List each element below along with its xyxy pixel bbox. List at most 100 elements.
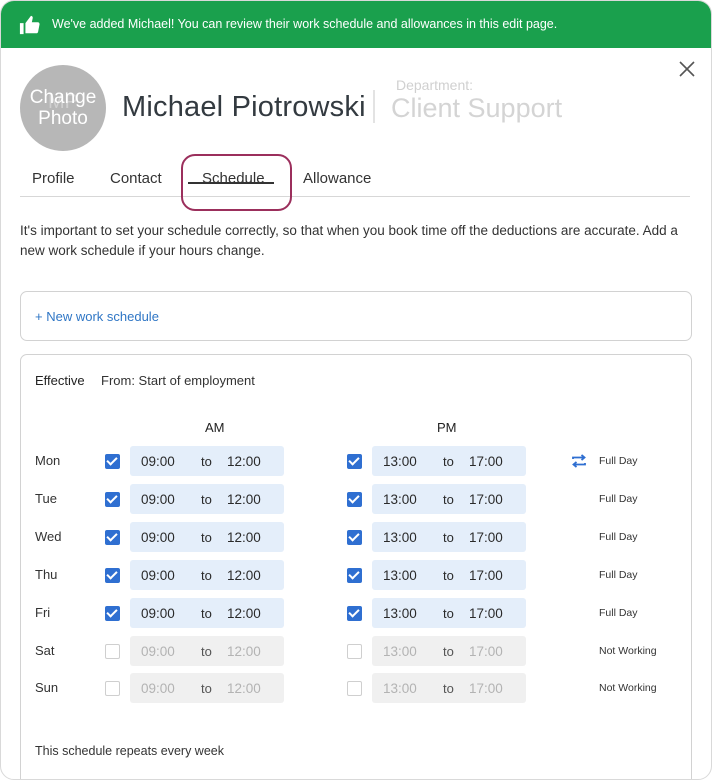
am-time-range[interactable]: 09:00 to 12:00 (130, 597, 284, 628)
am-time-range[interactable]: 09:00 to 12:00 (130, 483, 284, 514)
pm-checkbox[interactable] (347, 605, 362, 621)
am-end-time[interactable]: 12:00 (227, 492, 261, 507)
schedule-row-sun: Sun 09:00 to 12:00 13:00 to 17:00 Not Working (21, 673, 691, 704)
am-end-time[interactable]: 12:00 (227, 568, 261, 583)
tab-bar: Profile Contact Schedule Allowance (20, 161, 690, 197)
pm-time-range[interactable]: 13:00 to 17:00 (372, 559, 526, 590)
am-time-range[interactable]: 09:00 to 12:00 (130, 559, 284, 590)
day-label: Sat (35, 642, 55, 658)
day-status: Full Day (599, 568, 638, 581)
pm-end-time[interactable]: 17:00 (469, 644, 503, 659)
pm-start-time[interactable]: 13:00 (383, 568, 417, 583)
am-end-time[interactable]: 12:00 (227, 681, 261, 696)
tab-contact[interactable]: Contact (110, 170, 162, 187)
schedule-row-tue: Tue 09:00 to 12:00 13:00 to 17:00 Full Day (21, 483, 691, 514)
am-header: AM (205, 420, 225, 435)
am-end-time[interactable]: 12:00 (227, 454, 261, 469)
pm-start-time[interactable]: 13:00 (383, 681, 417, 696)
pm-end-time[interactable]: 17:00 (469, 606, 503, 621)
am-checkbox[interactable] (105, 681, 120, 697)
am-start-time[interactable]: 09:00 (141, 606, 175, 621)
am-to-label: to (201, 454, 212, 469)
pm-time-range[interactable]: 13:00 to 17:00 (372, 635, 526, 666)
change-photo-label: Change Photo (20, 87, 106, 129)
pm-start-time[interactable]: 13:00 (383, 454, 417, 469)
pm-checkbox[interactable] (347, 454, 362, 469)
department-label: Department: (396, 77, 474, 93)
am-end-time[interactable]: 12:00 (227, 530, 261, 545)
new-work-schedule-link[interactable]: + New work schedule (35, 309, 159, 324)
edit-employee-dialog: We've added Michael! You can review thei… (0, 0, 712, 780)
pm-to-label: to (443, 605, 454, 621)
am-start-time[interactable]: 09:00 (141, 644, 175, 659)
pm-checkbox[interactable] (347, 643, 362, 659)
day-label: Sun (35, 680, 59, 696)
am-checkbox[interactable] (105, 454, 120, 469)
day-label: Thu (35, 566, 58, 582)
schedule-row-fri: Fri 09:00 to 12:00 13:00 to 17:00 Full Day (21, 597, 691, 628)
tab-profile[interactable]: Profile (32, 170, 75, 187)
schedule-row-thu: Thu 09:00 to 12:00 13:00 to 17:00 Full Day (21, 559, 691, 590)
schedule-row-wed: Wed 09:00 to 12:00 13:00 to 17:00 Full Day (21, 521, 691, 552)
am-checkbox[interactable] (105, 491, 120, 507)
pm-time-range[interactable]: 13:00 to 17:00 (372, 673, 526, 704)
thumbs-up-icon (19, 15, 40, 35)
pm-checkbox[interactable] (347, 567, 362, 583)
am-start-time[interactable]: 09:00 (141, 568, 175, 583)
am-to-label: to (201, 681, 212, 697)
pm-checkbox[interactable] (347, 681, 362, 697)
pm-time-range[interactable]: 13:00 to 17:00 (372, 597, 526, 628)
schedule-row-sat: Sat 09:00 to 12:00 13:00 to 17:00 Not Working (21, 635, 691, 666)
pm-end-time[interactable]: 17:00 (469, 681, 503, 696)
am-time-range[interactable]: 09:00 to 12:00 (130, 635, 284, 666)
am-time-range[interactable]: 09:00 to 12:00 (130, 521, 284, 552)
pm-start-time[interactable]: 13:00 (383, 530, 417, 545)
pm-to-label: to (443, 567, 454, 583)
pm-start-time[interactable]: 13:00 (383, 606, 417, 621)
am-start-time[interactable]: 09:00 (141, 492, 175, 507)
tab-allowance[interactable]: Allowance (303, 170, 371, 187)
success-banner: We've added Michael! You can review thei… (1, 1, 711, 48)
day-label: Tue (35, 490, 57, 506)
am-end-time[interactable]: 12:00 (227, 606, 261, 621)
repeat-note: This schedule repeats every week (35, 744, 224, 758)
pm-time-range[interactable]: 13:00 to 17:00 (372, 446, 526, 476)
pm-time-range[interactable]: 13:00 to 17:00 (372, 483, 526, 514)
work-schedule-card: Effective From: Start of employment AM P… (20, 354, 692, 779)
day-label: Mon (35, 453, 61, 468)
pm-to-label: to (443, 491, 454, 507)
change-photo-line1: Change (29, 87, 97, 108)
am-checkbox[interactable] (105, 529, 120, 545)
pm-time-range[interactable]: 13:00 to 17:00 (372, 521, 526, 552)
pm-checkbox[interactable] (347, 491, 362, 507)
am-start-time[interactable]: 09:00 (141, 530, 175, 545)
am-start-time[interactable]: 09:00 (141, 681, 175, 696)
day-status: Full Day (599, 606, 638, 619)
pm-end-time[interactable]: 17:00 (469, 568, 503, 583)
pm-checkbox[interactable] (347, 529, 362, 545)
effective-label: Effective (35, 373, 85, 388)
pm-to-label: to (443, 681, 454, 697)
change-photo-avatar[interactable]: MP Change Photo (20, 65, 106, 151)
am-checkbox[interactable] (105, 605, 120, 621)
am-to-label: to (201, 643, 212, 659)
banner-message: We've added Michael! You can review thei… (52, 17, 558, 31)
day-status: Full Day (599, 530, 638, 543)
pm-end-time[interactable]: 17:00 (469, 492, 503, 507)
pm-start-time[interactable]: 13:00 (383, 644, 417, 659)
change-photo-line2: Photo (38, 108, 88, 129)
am-end-time[interactable]: 12:00 (227, 644, 261, 659)
am-checkbox[interactable] (105, 643, 120, 659)
close-icon[interactable] (677, 59, 697, 79)
pm-end-time[interactable]: 17:00 (469, 454, 503, 469)
am-time-range[interactable]: 09:00 to 12:00 (130, 673, 284, 704)
pm-end-time[interactable]: 17:00 (469, 530, 503, 545)
am-checkbox[interactable] (105, 567, 120, 583)
am-start-time[interactable]: 09:00 (141, 454, 175, 469)
copy-to-all-days-icon[interactable] (570, 452, 588, 470)
am-time-range[interactable]: 09:00 to 12:00 (130, 446, 284, 476)
schedule-intro-text: It's important to set your schedule corr… (20, 223, 678, 258)
employee-name: Michael Piotrowski (122, 91, 366, 123)
pm-to-label: to (443, 529, 454, 545)
pm-start-time[interactable]: 13:00 (383, 492, 417, 507)
